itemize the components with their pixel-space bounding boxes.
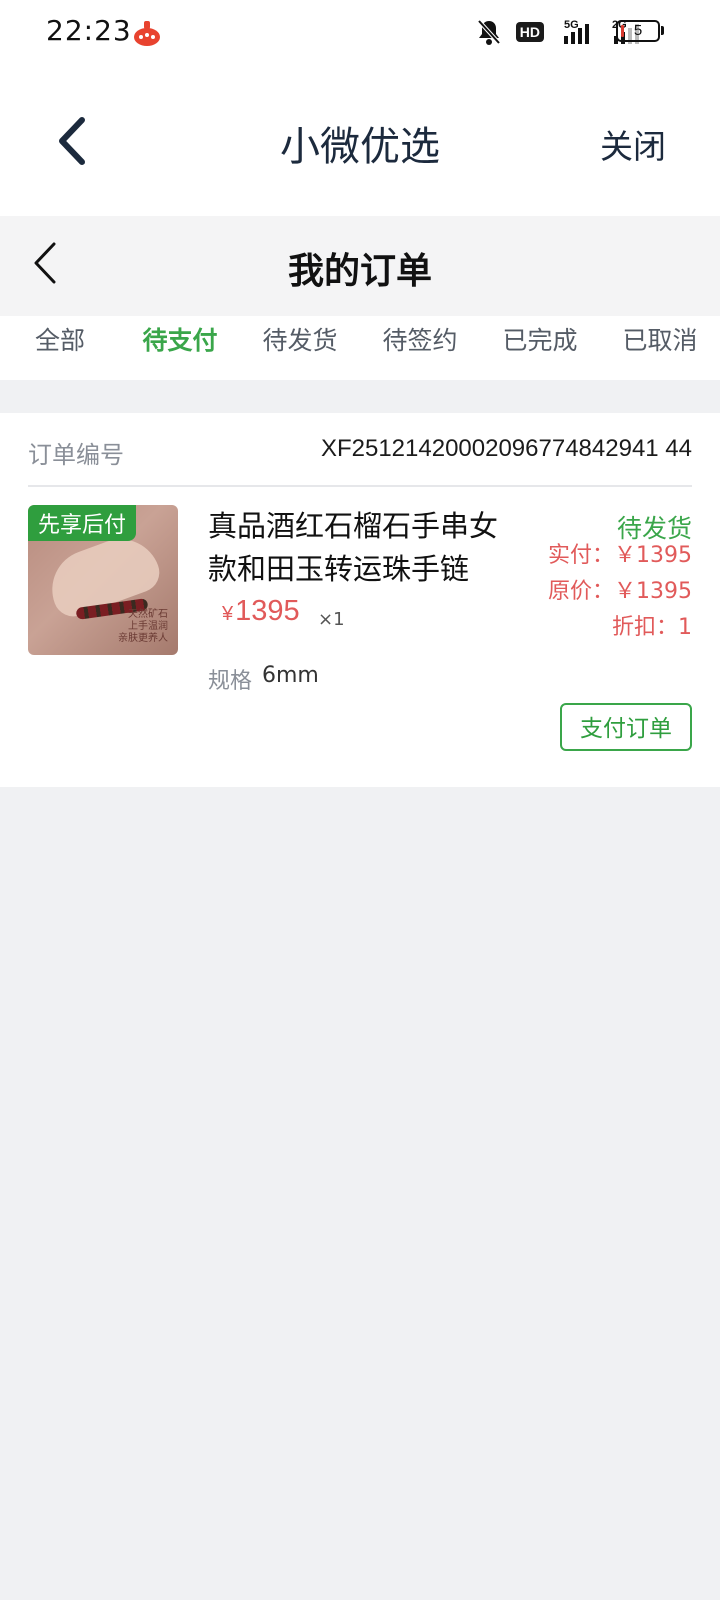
signal-5g-icon: 5G <box>564 19 589 44</box>
tab-pending-payment[interactable]: 待支付 <box>120 316 240 380</box>
spec-value: 6mm <box>262 663 319 688</box>
order-number-value: XF25121420002096774842941 44 <box>320 435 692 462</box>
order-tabs: 全部 待支付 待发货 待签约 已完成 已取消 <box>0 316 720 380</box>
product-quantity: ×1 <box>318 609 345 630</box>
orders-title: 我的订单 <box>287 251 432 292</box>
order-card[interactable]: 订单编号 XF25121420002096774842941 44 天然矿石 上… <box>0 413 720 787</box>
top-nav-bar: 小微优选 关闭 <box>0 66 720 216</box>
battery-level: 5 <box>633 22 643 39</box>
tab-completed[interactable]: 已完成 <box>480 316 600 380</box>
price-value: 1395 <box>235 595 300 627</box>
pay-later-badge: 先享后付 <box>28 505 137 541</box>
close-button[interactable]: 关闭 <box>600 120 666 168</box>
battery-icon: 5 <box>616 20 660 42</box>
tab-all[interactable]: 全部 <box>0 316 120 380</box>
orders-header: 我的订单 <box>0 216 720 316</box>
product-image-caption: 天然矿石 上手温润 亲肤更养人 <box>118 609 168 644</box>
status-time: 22:23 <box>46 14 132 47</box>
discount: 折扣：1 <box>612 615 692 640</box>
tab-pending-contract[interactable]: 待签约 <box>360 316 480 380</box>
product-price: ¥1395 <box>222 595 300 628</box>
order-number-label: 订单编号 <box>28 441 124 469</box>
tab-pending-shipment[interactable]: 待发货 <box>240 316 360 380</box>
pay-order-button[interactable]: 支付订单 <box>560 703 692 751</box>
paid-amount: 实付：￥1395 <box>548 543 692 568</box>
app-notification-icon <box>134 21 160 46</box>
original-price: 原价：￥1395 <box>548 579 692 604</box>
product-image[interactable]: 天然矿石 上手温润 亲肤更养人 先享后付 <box>28 505 178 655</box>
order-number-row: 订单编号 XF25121420002096774842941 44 <box>28 413 692 487</box>
status-bar: 22:23 HD 5G 2G 5 <box>0 0 720 66</box>
spec-label: 规格 <box>208 669 253 694</box>
hd-icon: HD <box>515 18 544 46</box>
mute-bell-icon <box>477 19 501 45</box>
product-title[interactable]: 真品酒红石榴石手串女款和田玉转运珠手链 <box>208 505 508 591</box>
tab-cancelled[interactable]: 已取消 <box>600 316 720 380</box>
price-currency: ¥ <box>222 603 234 625</box>
battery-cap <box>661 26 664 35</box>
svg-text:5G: 5G <box>564 19 579 31</box>
